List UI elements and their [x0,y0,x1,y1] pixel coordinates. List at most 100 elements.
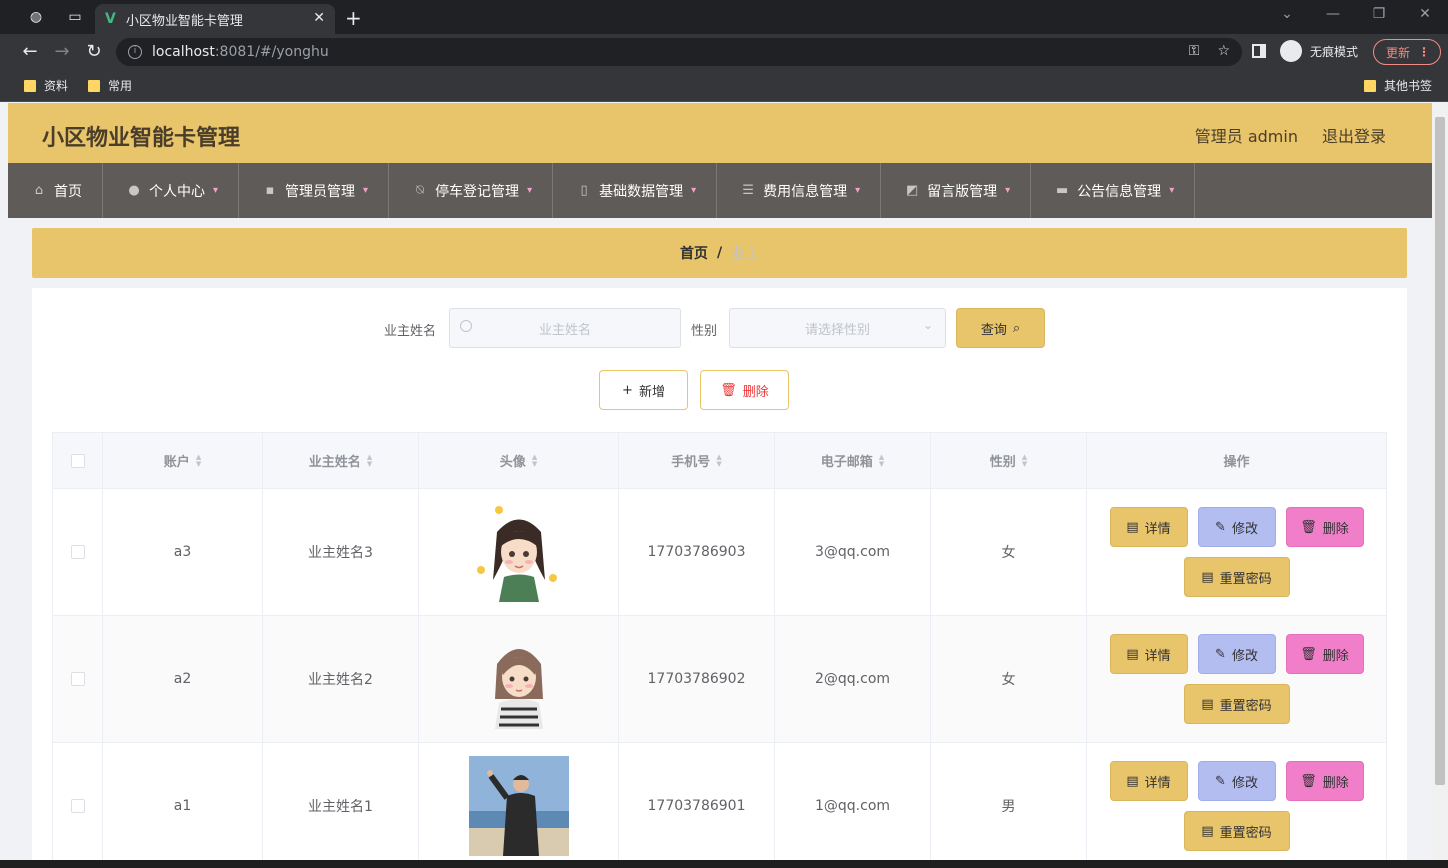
bookmark-folder-other[interactable]: 其他书签 [1364,77,1432,94]
reset-password-button[interactable]: ▤ 重置密码 [1183,811,1290,851]
sort-icon[interactable]: ▲ ▼ [1022,453,1027,468]
chat-icon: ▪ [265,183,275,198]
sort-icon[interactable]: ▲ ▼ [879,453,884,468]
logout-link[interactable]: 退出登录 [1322,123,1386,147]
bookmark-star-icon[interactable]: ☆ [1217,43,1230,59]
edit-button[interactable]: ✎ 修改 [1197,507,1276,547]
delete-label: 删除 [742,384,769,400]
edit-button[interactable]: ✎ 修改 [1197,761,1276,801]
owner-table: 账户 ▲ ▼ 业主姓名 ▲ ▼ 头像 ▲ ▼ 手机号 ▲ ▼ 电子邮箱 ▲ ▼ 性别 ▲ ▼ 操作 a3… [52,432,1387,860]
select-all-checkbox[interactable] [70,453,85,468]
col-gender[interactable]: 性别 ▲ ▼ [931,433,1087,488]
menu-item-parking[interactable]: ⍉ 停车登记管理 ▾ [389,163,554,218]
sort-icon[interactable]: ▲ ▼ [716,453,721,468]
row-checkbox[interactable] [70,672,85,686]
phone-cell: 17703786901 [619,743,775,860]
sort-icon[interactable]: ▲ ▼ [196,453,201,468]
key-icon[interactable]: ⚿ [1189,43,1200,59]
row-checkbox[interactable] [70,799,85,813]
update-label: 更新 [1386,45,1411,60]
menu-item-home[interactable]: ⌂ 首页 [8,163,103,218]
menu-item-notices[interactable]: ▬ 公告信息管理 ▾ [1031,163,1196,218]
reload-icon[interactable]: ↻ [82,40,106,64]
update-button[interactable]: 更新 ⋮ [1373,39,1441,65]
more-menu-icon[interactable]: ⋮ [1418,45,1430,59]
menu-item-fees[interactable]: ☰ 费用信息管理 ▾ [717,163,882,218]
column-label: 手机号 [671,455,711,470]
row-checkbox[interactable] [70,545,85,559]
edit-label: 修改 [1231,648,1258,664]
address-bar[interactable]: i localhost:8081/#/yonghu ⚿ ☆ [116,38,1242,66]
menu-item-messages[interactable]: ◩ 留言版管理 ▾ [881,163,1032,218]
detail-button[interactable]: ▤ 详情 [1109,761,1188,801]
batch-delete-button[interactable]: 🗑 删除 [700,370,789,410]
bookmark-folder-changyong[interactable]: 常用 [88,77,132,94]
globe-icon[interactable]: ◍ [27,8,45,26]
menu-label: 基础数据管理 [599,183,684,200]
folder-icon [24,79,36,92]
app-title: 小区物业智能卡管理 [42,126,241,151]
bookmark-label: 常用 [108,79,133,93]
col-name[interactable]: 业主姓名 ▲ ▼ [263,433,419,488]
detail-button[interactable]: ▤ 详情 [1109,507,1188,547]
browser-tab-active[interactable]: V 小区物业智能卡管理 ✕ [95,4,335,34]
breadcrumb-home[interactable]: 首页 [680,243,708,263]
incognito-indicator[interactable]: 无痕模式 [1280,40,1358,62]
menu-label: 停车登记管理 [435,183,520,200]
edit-button[interactable]: ✎ 修改 [1197,634,1276,674]
column-label: 电子邮箱 [820,455,873,470]
new-tab-icon[interactable]: + [345,6,362,30]
document-icon: ▤ [1201,823,1214,839]
sort-icon[interactable]: ▲ ▼ [532,453,537,468]
plus-icon: + [622,382,633,398]
menu-item-basic-data[interactable]: ▯ 基础数据管理 ▾ [553,163,718,218]
column-label: 账户 [163,455,190,470]
query-label: 查询 [980,322,1007,338]
reset-label: 重置密码 [1219,825,1272,841]
col-phone[interactable]: 手机号 ▲ ▼ [619,433,775,488]
menu-item-profile[interactable]: ● 个人中心 ▾ [103,163,240,218]
gender-select[interactable]: 请选择性别 ⌄ [729,308,946,348]
sort-icon[interactable]: ▲ ▼ [367,453,372,468]
reset-password-button[interactable]: ▤ 重置密码 [1183,557,1290,597]
col-avatar[interactable]: 头像 ▲ ▼ [419,433,619,488]
window-close-icon[interactable]: ✕ [1402,0,1448,30]
chevron-down-icon: ▾ [213,185,219,196]
detail-button[interactable]: ▤ 详情 [1109,634,1188,674]
delete-label: 删除 [1322,648,1349,664]
tab-search-icon[interactable]: ▭ [66,8,84,26]
name-cell: 业主姓名2 [263,616,419,742]
page-scrollbar[interactable] [1432,103,1448,860]
browser-tab-strip: ◍ ▭ V 小区物业智能卡管理 ✕ + ⌄ — ❐ ✕ [0,0,1448,34]
query-button[interactable]: 查询 ⌕ [956,308,1045,348]
side-panel-icon[interactable] [1252,44,1266,58]
tab-close-icon[interactable]: ✕ [313,10,325,26]
add-label: 新增 [638,384,665,400]
delete-button[interactable]: 🗑 删除 [1285,761,1364,801]
delete-label: 删除 [1322,521,1349,537]
browser-toolbar: ← → ↻ i localhost:8081/#/yonghu ⚿ ☆ 无痕模式… [0,34,1448,70]
tab-dropdown-icon[interactable]: ⌄ [1264,0,1310,30]
add-button[interactable]: + 新增 [599,370,688,410]
delete-button[interactable]: 🗑 删除 [1285,507,1364,547]
col-account[interactable]: 账户 ▲ ▼ [103,433,263,488]
restore-icon[interactable]: ❐ [1356,0,1402,30]
gender-cell: 男 [931,743,1087,860]
monitor-icon: ▬ [1056,183,1069,198]
gender-cell: 女 [931,489,1087,615]
chevron-down-icon: ▾ [527,185,533,196]
forward-icon[interactable]: → [50,40,74,64]
name-search-input[interactable]: 业主姓名 [449,308,681,348]
bookmark-folder-ziliao[interactable]: 资料 [24,77,68,94]
table-row: a3 业主姓名3 17703786903 3@qq.com 女 ▤ 详情 ✎ 修… [53,489,1386,616]
scrollbar-thumb[interactable] [1435,117,1445,785]
trash-icon: 🗑 [720,382,737,398]
back-icon[interactable]: ← [18,40,42,64]
col-email[interactable]: 电子邮箱 ▲ ▼ [775,433,931,488]
minimize-icon[interactable]: — [1310,0,1356,30]
site-info-icon[interactable]: i [128,45,142,59]
menu-label: 管理员管理 [285,183,356,200]
delete-button[interactable]: 🗑 删除 [1285,634,1364,674]
menu-item-admin[interactable]: ▪ 管理员管理 ▾ [239,163,390,218]
reset-password-button[interactable]: ▤ 重置密码 [1183,684,1290,724]
